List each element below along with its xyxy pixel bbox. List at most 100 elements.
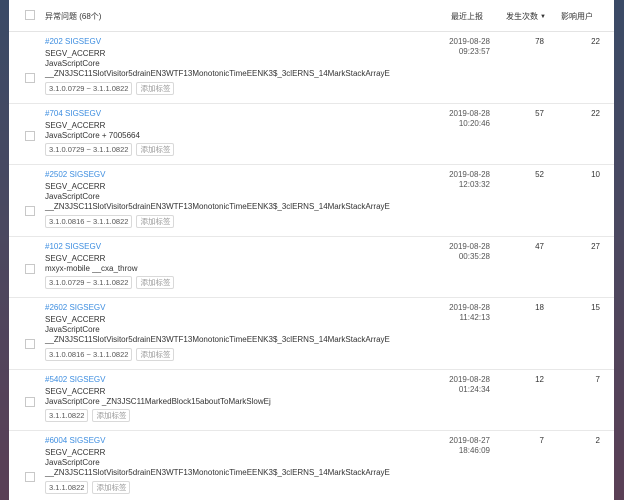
stack-line: JavaScriptCore _ZN3JSC11MarkedBlock15abo… <box>45 397 271 406</box>
error-type: SEGV_ACCERR <box>45 182 106 191</box>
issue-title-link[interactable]: #704 SIGSEGV <box>45 109 101 118</box>
column-count-label: 发生次数 <box>506 12 538 21</box>
issue-title-link[interactable]: #6004 SIGSEGV <box>45 436 105 445</box>
occurrence-count: 57 <box>535 109 544 118</box>
version-tag[interactable]: 3.1.0.0729 ~ 3.1.1.0822 <box>45 143 133 156</box>
occurrence-count: 52 <box>535 170 544 179</box>
add-tag-button[interactable]: 添加标签 <box>92 481 131 494</box>
tag-group: 3.1.0.0729 ~ 3.1.1.0822 添加标签 <box>45 276 175 289</box>
row-checkbox[interactable] <box>25 397 35 407</box>
occurrence-count: 12 <box>535 375 544 384</box>
report-date: 2019-08-27 <box>449 436 490 445</box>
report-date: 2019-08-28 <box>449 242 490 251</box>
tag-group: 3.1.0.0729 ~ 3.1.1.0822 添加标签 <box>45 82 175 95</box>
column-users[interactable]: 影响用户 <box>561 11 593 22</box>
stack-line: JavaScriptCore <box>45 59 100 68</box>
select-all-checkbox[interactable] <box>25 10 35 20</box>
issue-title-link[interactable]: #2502 SIGSEGV <box>45 170 105 179</box>
last-reported: 2019-08-28 10:20:46 <box>449 109 490 129</box>
add-tag-button[interactable]: 添加标签 <box>136 276 175 289</box>
list-header: 异常问题 (68个) 最近上报 发生次数 ▼ 影响用户 <box>9 0 614 32</box>
last-reported: 2019-08-28 01:24:34 <box>449 375 490 395</box>
stack-line: JavaScriptCore <box>45 458 100 467</box>
affected-users: 7 <box>595 375 600 384</box>
stack-line: mxyx-mobile __cxa_throw <box>45 264 138 273</box>
version-tag[interactable]: 3.1.1.0822 <box>45 409 89 422</box>
report-time: 12:03:32 <box>458 180 490 189</box>
error-type: SEGV_ACCERR <box>45 49 106 58</box>
tag-group: 3.1.0.0816 ~ 3.1.1.0822 添加标签 <box>45 215 175 228</box>
column-recent[interactable]: 最近上报 <box>451 11 483 22</box>
row-checkbox[interactable] <box>25 339 35 349</box>
stack-symbol: __ZN3JSC11SlotVisitor5drainEN3WTF13Monot… <box>45 468 390 477</box>
report-time: 18:46:09 <box>458 446 490 455</box>
table-row[interactable]: #2502 SIGSEGV SEGV_ACCERR JavaScriptCore __… <box>9 164 614 237</box>
issue-title-link[interactable]: #2602 SIGSEGV <box>45 303 105 312</box>
report-time: 09:23:57 <box>458 47 490 56</box>
error-type: SEGV_ACCERR <box>45 254 106 263</box>
report-date: 2019-08-28 <box>449 37 490 46</box>
stack-line: JavaScriptCore + 7005664 <box>45 131 140 140</box>
issue-title-link[interactable]: #202 SIGSEGV <box>45 37 101 46</box>
version-tag[interactable]: 3.1.0.0729 ~ 3.1.1.0822 <box>45 82 133 95</box>
occurrence-count: 47 <box>535 242 544 251</box>
occurrence-count: 78 <box>535 37 544 46</box>
issue-title-link[interactable]: #5402 SIGSEGV <box>45 375 105 384</box>
tag-group: 3.1.0.0729 ~ 3.1.1.0822 添加标签 <box>45 143 175 156</box>
add-tag-button[interactable]: 添加标签 <box>136 348 175 361</box>
table-row[interactable]: #5402 SIGSEGV SEGV_ACCERR JavaScriptCore _… <box>9 369 614 431</box>
add-tag-button[interactable]: 添加标签 <box>136 215 175 228</box>
issues-panel: 异常问题 (68个) 最近上报 发生次数 ▼ 影响用户 #202 SIGSEGV S… <box>9 0 614 500</box>
version-tag[interactable]: 3.1.1.0822 <box>45 481 89 494</box>
version-tag[interactable]: 3.1.0.0729 ~ 3.1.1.0822 <box>45 276 133 289</box>
report-date: 2019-08-28 <box>449 375 490 384</box>
stack-line: JavaScriptCore <box>45 192 100 201</box>
add-tag-button[interactable]: 添加标签 <box>136 143 175 156</box>
report-date: 2019-08-28 <box>449 303 490 312</box>
affected-users: 10 <box>591 170 600 179</box>
stack-symbol: __ZN3JSC11SlotVisitor5drainEN3WTF13Monot… <box>45 69 390 78</box>
stack-symbol: __ZN3JSC11SlotVisitor5drainEN3WTF13Monot… <box>45 202 390 211</box>
error-type: SEGV_ACCERR <box>45 121 106 130</box>
stack-symbol: __ZN3JSC11SlotVisitor5drainEN3WTF13Monot… <box>45 335 390 344</box>
report-date: 2019-08-28 <box>449 109 490 118</box>
last-reported: 2019-08-28 11:42:13 <box>449 303 490 323</box>
version-tag[interactable]: 3.1.0.0816 ~ 3.1.1.0822 <box>45 215 133 228</box>
add-tag-button[interactable]: 添加标签 <box>92 409 131 422</box>
affected-users: 27 <box>591 242 600 251</box>
row-checkbox[interactable] <box>25 131 35 141</box>
table-row[interactable]: #704 SIGSEGV SEGV_ACCERR JavaScriptCore + … <box>9 103 614 165</box>
row-checkbox[interactable] <box>25 206 35 216</box>
occurrence-count: 18 <box>535 303 544 312</box>
affected-users: 2 <box>595 436 600 445</box>
report-time: 01:24:34 <box>458 385 490 394</box>
last-reported: 2019-08-28 00:35:28 <box>449 242 490 262</box>
occurrence-count: 7 <box>539 436 544 445</box>
list-title: 异常问题 (68个) <box>45 12 102 21</box>
version-tag[interactable]: 3.1.0.0816 ~ 3.1.1.0822 <box>45 348 133 361</box>
row-checkbox[interactable] <box>25 73 35 83</box>
tag-group: 3.1.0.0816 ~ 3.1.1.0822 添加标签 <box>45 348 175 361</box>
report-time: 11:42:13 <box>459 313 490 322</box>
row-checkbox[interactable] <box>25 472 35 482</box>
tag-group: 3.1.1.0822 添加标签 <box>45 481 131 494</box>
affected-users: 22 <box>591 37 600 46</box>
stack-line: JavaScriptCore <box>45 325 100 334</box>
affected-users: 22 <box>591 109 600 118</box>
error-type: SEGV_ACCERR <box>45 448 106 457</box>
row-checkbox[interactable] <box>25 264 35 274</box>
add-tag-button[interactable]: 添加标签 <box>136 82 175 95</box>
report-time: 10:20:46 <box>458 119 490 128</box>
sort-desc-icon: ▼ <box>540 14 546 20</box>
last-reported: 2019-08-28 09:23:57 <box>449 37 490 57</box>
issue-title-link[interactable]: #102 SIGSEGV <box>45 242 101 251</box>
last-reported: 2019-08-27 18:46:09 <box>449 436 490 456</box>
column-count[interactable]: 发生次数 ▼ <box>506 11 546 22</box>
tag-group: 3.1.1.0822 添加标签 <box>45 409 131 422</box>
error-type: SEGV_ACCERR <box>45 387 106 396</box>
table-row[interactable]: #102 SIGSEGV SEGV_ACCERR mxyx-mobile __cxa… <box>9 236 614 298</box>
table-row[interactable]: #6004 SIGSEGV SEGV_ACCERR JavaScriptCore __… <box>9 430 614 500</box>
affected-users: 15 <box>591 303 600 312</box>
table-row[interactable]: #2602 SIGSEGV SEGV_ACCERR JavaScriptCore __… <box>9 297 614 370</box>
table-row[interactable]: #202 SIGSEGV SEGV_ACCERR JavaScriptCore __Z… <box>9 31 614 104</box>
